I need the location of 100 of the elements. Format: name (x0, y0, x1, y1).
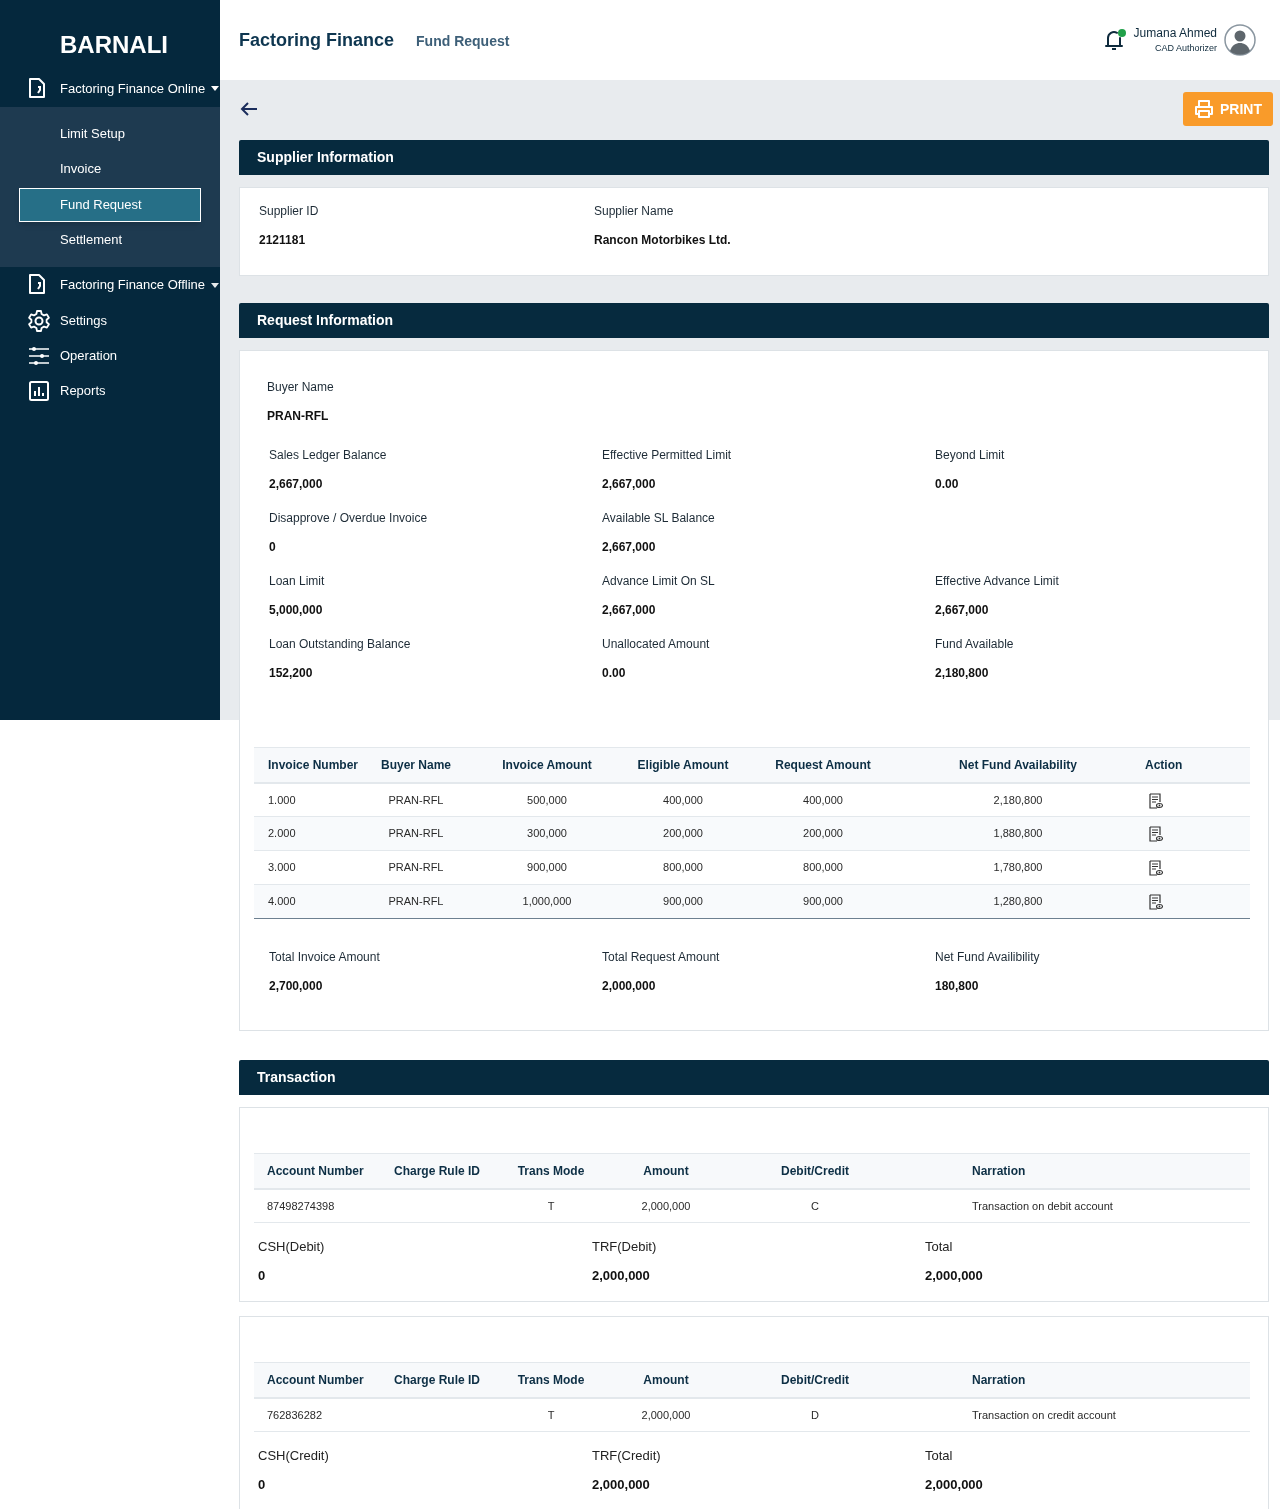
page-title: Factoring Finance (239, 28, 395, 52)
field-label: Unallocated Amount (602, 636, 711, 652)
field-label: Buyer Name (267, 379, 335, 395)
field-value: 2,000,000 (602, 978, 657, 994)
field-label: Total (925, 1447, 954, 1465)
table-cell: T (500, 1188, 602, 1223)
field-value: Rancon Motorbikes Ltd. (594, 232, 732, 248)
field-value: 2,667,000 (602, 476, 657, 492)
field-value: 0.00 (602, 665, 627, 681)
table-cell: 2,180,800 (902, 782, 1134, 817)
column-header: Narration (900, 1153, 1250, 1189)
table-cell: PRAN-RFL (360, 816, 472, 851)
section-title: Supplier Information (257, 148, 394, 167)
table-cell: D (730, 1397, 900, 1432)
table-cell: PRAN-RFL (360, 850, 472, 885)
column-header: Eligible Amount (622, 747, 744, 783)
sidebar-item[interactable]: Settings (0, 303, 220, 339)
column-header: Narration (900, 1362, 1250, 1398)
field-label: Loan Outstanding Balance (269, 636, 412, 652)
field-label: Effective Advance Limit (935, 573, 1060, 589)
field-value: 2,700,000 (269, 978, 324, 994)
field-label: Advance Limit On SL (602, 573, 716, 589)
field-value: 2,000,000 (592, 1267, 651, 1285)
table-cell: 1,880,800 (902, 816, 1134, 851)
field-value: 0 (269, 539, 277, 555)
sidebar-item[interactable]: Factoring Finance Online (0, 70, 220, 107)
table-cell: Transaction on debit account (900, 1188, 1250, 1223)
table-cell: 200,000 (622, 816, 744, 851)
table-cell: 800,000 (744, 850, 902, 885)
section-title: Transaction (257, 1068, 336, 1087)
table-cell: 1,280,800 (902, 884, 1134, 919)
breadcrumb-link[interactable]: Fund Request (416, 30, 510, 52)
submenu-item[interactable]: Limit Setup (19, 116, 201, 151)
field-value: 0 (258, 1476, 267, 1494)
table-cell: 900,000 (622, 884, 744, 919)
field-label: Fund Available (935, 636, 1015, 652)
field-value: 2,667,000 (602, 602, 657, 618)
column-header: Charge Rule ID (380, 1153, 500, 1189)
table-cell: 1.000 (254, 782, 360, 817)
field-value: 5,000,000 (269, 602, 324, 618)
field-label: Supplier ID (259, 203, 320, 219)
submenu-item[interactable]: Settlement (19, 223, 201, 257)
field-label: Total Invoice Amount (269, 949, 381, 965)
field-value: 2,000,000 (925, 1476, 984, 1494)
field-label: Net Fund Availibility (935, 949, 1041, 965)
column-header: Invoice Amount (472, 747, 622, 783)
field-label: Sales Ledger Balance (269, 447, 388, 463)
table-cell: Transaction on credit account (900, 1397, 1250, 1432)
table-cell: 1,780,800 (902, 850, 1134, 885)
table-cell: 300,000 (472, 816, 622, 851)
table-cell: 4.000 (254, 884, 360, 919)
column-header: Amount (602, 1153, 730, 1189)
field-label: CSH(Debit) (258, 1238, 326, 1256)
field-label: Total (925, 1238, 954, 1256)
field-label: Total Request Amount (602, 949, 721, 965)
field-value: 0.00 (935, 476, 960, 492)
table-cell: 800,000 (622, 850, 744, 885)
user-name: Jumana Ahmed (1133, 25, 1217, 41)
field-value: 2,000,000 (925, 1267, 984, 1285)
table-cell: 900,000 (744, 884, 902, 919)
section-title: Request Information (257, 311, 394, 330)
field-label: TRF(Credit) (592, 1447, 662, 1465)
brand-logo: BARNALI (59, 30, 169, 60)
table-cell: 400,000 (622, 782, 744, 817)
field-value: 180,800 (935, 978, 980, 994)
field-label: TRF(Debit) (592, 1238, 658, 1256)
field-value: 2121181 (259, 232, 307, 248)
table-cell: 500,000 (472, 782, 622, 817)
table-cell: C (730, 1188, 900, 1223)
sidebar-item[interactable]: Factoring Finance Offline (0, 266, 220, 304)
table-cell: 400,000 (744, 782, 902, 817)
column-header: Request Amount (744, 747, 902, 783)
field-value: 2,667,000 (269, 476, 324, 492)
field-label: Beyond Limit (935, 447, 1006, 463)
table-cell: 2.000 (254, 816, 360, 851)
column-header: Charge Rule ID (380, 1362, 500, 1398)
column-header: Action (1134, 747, 1250, 783)
column-header: Amount (602, 1362, 730, 1398)
table-cell: 2,000,000 (602, 1397, 730, 1432)
submenu-item[interactable]: Fund Request (19, 187, 201, 222)
column-header: Debit/Credit (730, 1362, 900, 1398)
field-value: 152,200 (269, 665, 314, 681)
table-cell: T (500, 1397, 602, 1432)
table-cell: 200,000 (744, 816, 902, 851)
field-value: 2,667,000 (602, 539, 657, 555)
sidebar-item[interactable]: Reports (0, 373, 220, 409)
table-cell: 3.000 (254, 850, 360, 885)
field-label: Supplier Name (594, 203, 675, 219)
field-value: 2,180,800 (935, 665, 990, 681)
sidebar-item[interactable]: Operation (0, 338, 220, 374)
table-cell: 2,000,000 (602, 1188, 730, 1223)
field-label: Effective Permitted Limit (602, 447, 733, 463)
field-label: Disapprove / Overdue Invoice (269, 510, 429, 526)
submenu-item[interactable]: Invoice (19, 152, 201, 186)
table-cell: PRAN-RFL (360, 884, 472, 919)
field-value: PRAN-RFL (267, 408, 330, 424)
column-header: Debit/Credit (730, 1153, 900, 1189)
table-cell: 900,000 (472, 850, 622, 885)
field-label: CSH(Credit) (258, 1447, 330, 1465)
column-header: Trans Mode (500, 1153, 602, 1189)
